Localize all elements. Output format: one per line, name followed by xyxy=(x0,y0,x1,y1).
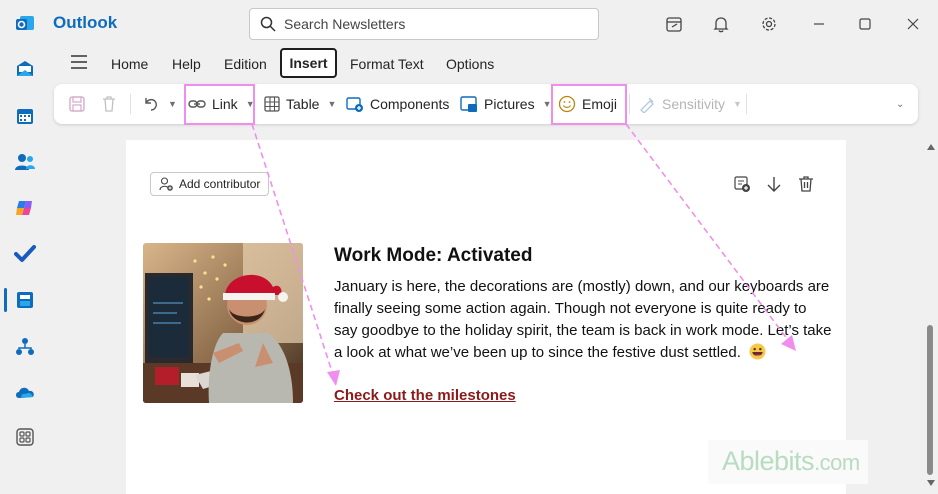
newsletter-headline[interactable]: Work Mode: Activated xyxy=(334,245,532,267)
newsletters-icon[interactable] xyxy=(13,288,37,312)
outlook-logo-icon[interactable] xyxy=(13,12,37,36)
app-title: Outlook xyxy=(53,13,118,32)
chevron-down-icon: ▼ xyxy=(327,99,337,109)
tab-help[interactable]: Help xyxy=(172,56,201,72)
search-input[interactable]: Search Newsletters xyxy=(284,16,405,32)
close-icon[interactable] xyxy=(903,14,923,34)
search-icon xyxy=(260,16,276,32)
tab-insert[interactable]: Insert xyxy=(280,48,337,78)
grinning-face-emoji-icon xyxy=(749,343,766,360)
chevron-down-icon: ▼ xyxy=(733,99,742,109)
search-box[interactable]: Search Newsletters xyxy=(249,8,599,40)
trash-icon[interactable] xyxy=(797,175,815,193)
my-day-icon[interactable] xyxy=(664,14,684,34)
pictures-button[interactable]: Pictures ▼ xyxy=(460,84,552,124)
undo-icon xyxy=(145,98,157,111)
link-highlight-box xyxy=(184,84,255,125)
add-contributor-label: Add contributor xyxy=(179,177,261,191)
save-icon[interactable] xyxy=(68,84,86,124)
app-rail xyxy=(0,0,50,494)
sensitivity-icon xyxy=(640,97,654,113)
add-section-icon[interactable] xyxy=(733,175,751,193)
components-icon xyxy=(346,97,363,112)
newsletter-paragraph[interactable]: January is here, the decorations are (mo… xyxy=(334,276,834,364)
ablebits-watermark: Ablebits.com xyxy=(722,446,860,476)
people-icon[interactable] xyxy=(13,150,37,174)
undo-button[interactable]: ▼ xyxy=(142,84,177,124)
scrollbar-thumb[interactable] xyxy=(927,325,933,475)
todo-check-icon[interactable] xyxy=(13,242,37,266)
scroll-down-icon[interactable] xyxy=(927,480,935,486)
emoji-highlight-box xyxy=(551,84,627,125)
calendar-icon[interactable] xyxy=(13,104,37,128)
more-apps-icon[interactable] xyxy=(13,425,37,449)
copilot-icon[interactable] xyxy=(13,196,37,220)
sensitivity-label: Sensitivity xyxy=(662,96,726,112)
onedrive-icon[interactable] xyxy=(13,380,37,404)
add-contributor-button[interactable]: Add contributor xyxy=(150,172,270,196)
move-down-icon[interactable] xyxy=(765,175,783,193)
newsletter-photo[interactable] xyxy=(143,243,303,403)
tab-home[interactable]: Home xyxy=(111,56,148,72)
sensitivity-button[interactable]: Sensitivity ▼ xyxy=(638,84,742,124)
minimize-icon[interactable] xyxy=(809,14,829,34)
components-label: Components xyxy=(370,96,450,112)
table-button[interactable]: Table ▼ xyxy=(264,84,336,124)
ribbon-separator xyxy=(130,94,131,114)
ribbon-separator xyxy=(629,94,630,114)
scroll-up-icon[interactable] xyxy=(927,144,935,150)
tab-edition[interactable]: Edition xyxy=(224,56,267,72)
tab-options[interactable]: Options xyxy=(446,56,494,72)
delete-icon[interactable] xyxy=(100,84,118,124)
org-explorer-icon[interactable] xyxy=(13,335,37,359)
gear-icon[interactable] xyxy=(759,14,779,34)
components-button[interactable]: Components xyxy=(346,84,449,124)
tab-format-text[interactable]: Format Text xyxy=(350,56,424,72)
ribbon-separator xyxy=(746,94,747,114)
table-icon xyxy=(264,96,280,112)
table-label: Table xyxy=(286,96,320,112)
pictures-label: Pictures xyxy=(484,96,535,112)
pictures-icon xyxy=(460,96,477,112)
expand-ribbon-icon[interactable]: ⌄ xyxy=(894,84,904,124)
maximize-icon[interactable] xyxy=(855,14,875,34)
bell-icon[interactable] xyxy=(711,14,731,34)
add-person-icon xyxy=(159,177,173,191)
milestones-link[interactable]: Check out the milestones xyxy=(334,387,516,404)
chevron-down-icon: ▼ xyxy=(168,99,177,109)
hamburger-menu-icon[interactable] xyxy=(70,55,90,71)
mail-icon[interactable] xyxy=(13,57,37,81)
rail-selection-indicator xyxy=(4,288,7,312)
